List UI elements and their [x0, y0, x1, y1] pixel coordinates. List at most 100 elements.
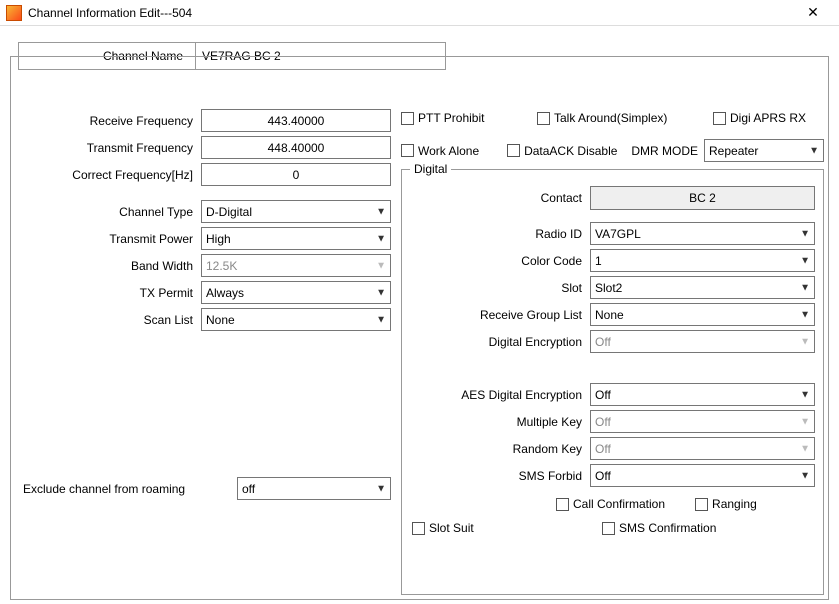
- chevron-down-icon: ▼: [376, 206, 386, 217]
- work-alone-checkbox[interactable]: Work Alone: [401, 144, 501, 158]
- tx-freq-input[interactable]: 448.40000: [201, 136, 391, 159]
- corr-freq-value: 0: [293, 168, 300, 182]
- talk-around-label: Talk Around(Simplex): [554, 111, 667, 125]
- window-title: Channel Information Edit---504: [28, 6, 793, 20]
- ch-type-select[interactable]: D-Digital ▼: [201, 200, 391, 223]
- sms-forbid-select[interactable]: Off ▼: [590, 464, 815, 487]
- slot-select[interactable]: Slot2▼: [590, 276, 815, 299]
- chevron-down-icon: ▼: [800, 309, 810, 320]
- dmr-mode-label: DMR MODE: [631, 144, 698, 158]
- color-code-select[interactable]: 1▼: [590, 249, 815, 272]
- chevron-down-icon: ▼: [376, 314, 386, 325]
- sms-forbid-label: SMS Forbid: [410, 469, 590, 483]
- dataack-disable-checkbox[interactable]: DataACK Disable: [507, 144, 625, 158]
- slot-suit-checkbox[interactable]: Slot Suit: [412, 521, 552, 535]
- aes-enc-select[interactable]: Off ▼: [590, 383, 815, 406]
- checkbox-icon: [412, 522, 425, 535]
- checkbox-icon: [556, 498, 569, 511]
- tx-permit-value: Always: [206, 286, 244, 300]
- contact-value: BC 2: [689, 191, 716, 205]
- sms-confirmation-checkbox[interactable]: SMS Confirmation: [602, 521, 716, 535]
- random-key-value: Off: [595, 442, 611, 456]
- flag-row-1: PTT Prohibit Talk Around(Simplex) Digi A…: [401, 111, 824, 125]
- scan-list-select[interactable]: None ▼: [201, 308, 391, 331]
- color-code-value: 1: [595, 254, 602, 268]
- chevron-down-icon: ▼: [800, 255, 810, 266]
- random-key-label: Random Key: [410, 442, 590, 456]
- tx-power-select[interactable]: High ▼: [201, 227, 391, 250]
- scan-list-value: None: [206, 313, 235, 327]
- aes-enc-value: Off: [595, 388, 611, 402]
- checkbox-icon: [695, 498, 708, 511]
- work-alone-label: Work Alone: [418, 144, 479, 158]
- multi-key-select: Off ▼: [590, 410, 815, 433]
- digital-legend: Digital: [410, 162, 451, 176]
- main-panel: Receive Frequency 443.40000 Transmit Fre…: [10, 56, 829, 600]
- exclude-select[interactable]: off▼: [237, 477, 391, 500]
- tx-permit-label: TX Permit: [11, 286, 201, 300]
- radio-id-select[interactable]: VA7GPL▼: [590, 222, 815, 245]
- aes-enc-label: AES Digital Encryption: [410, 388, 590, 402]
- exclude-row: Exclude channel from roaming off▼: [11, 477, 397, 500]
- chevron-down-icon: ▼: [376, 287, 386, 298]
- tx-freq-value: 448.40000: [268, 141, 325, 155]
- digi-aprs-rx-checkbox[interactable]: Digi APRS RX: [713, 111, 806, 125]
- titlebar: Channel Information Edit---504 ✕: [0, 0, 839, 26]
- slot-label: Slot: [410, 281, 590, 295]
- ch-type-value: D-Digital: [206, 205, 252, 219]
- dig-enc-label: Digital Encryption: [410, 335, 590, 349]
- call-confirmation-label: Call Confirmation: [573, 497, 665, 511]
- bw-select: 12.5K▼: [201, 254, 391, 277]
- digital-flag-row-2: Slot Suit SMS Confirmation: [410, 521, 815, 535]
- corr-freq-label: Correct Frequency[Hz]: [11, 168, 201, 182]
- tx-power-label: Transmit Power: [11, 232, 201, 246]
- close-icon: ✕: [807, 4, 819, 21]
- contact-label: Contact: [410, 191, 590, 205]
- dmr-mode-group: DMR MODE Repeater▼: [631, 139, 824, 162]
- color-code-label: Color Code: [410, 254, 590, 268]
- chevron-down-icon: ▼: [800, 416, 810, 427]
- ptt-prohibit-checkbox[interactable]: PTT Prohibit: [401, 111, 531, 125]
- digital-fieldset: Digital Contact BC 2 Radio ID VA7GPL▼ Co…: [401, 169, 824, 595]
- sms-confirmation-label: SMS Confirmation: [619, 521, 716, 535]
- dig-enc-select: Off ▼: [590, 330, 815, 353]
- dataack-disable-label: DataACK Disable: [524, 144, 617, 158]
- close-button[interactable]: ✕: [793, 1, 833, 25]
- checkbox-icon: [602, 522, 615, 535]
- rx-group-select[interactable]: None ▼: [590, 303, 815, 326]
- rx-freq-label: Receive Frequency: [11, 114, 201, 128]
- chevron-down-icon: ▼: [800, 228, 810, 239]
- exclude-label: Exclude channel from roaming: [11, 482, 237, 496]
- flag-row-2: Work Alone DataACK Disable DMR MODE Repe…: [401, 139, 824, 162]
- chevron-down-icon: ▼: [376, 260, 386, 271]
- chevron-down-icon: ▼: [800, 443, 810, 454]
- radio-id-label: Radio ID: [410, 227, 590, 241]
- slot-suit-label: Slot Suit: [429, 521, 474, 535]
- left-column: Receive Frequency 443.40000 Transmit Fre…: [11, 109, 397, 335]
- talk-around-checkbox[interactable]: Talk Around(Simplex): [537, 111, 707, 125]
- contact-button[interactable]: BC 2: [590, 186, 815, 210]
- checkbox-icon: [507, 144, 520, 157]
- chevron-down-icon: ▼: [800, 336, 810, 347]
- sms-forbid-value: Off: [595, 469, 611, 483]
- multi-key-label: Multiple Key: [410, 415, 590, 429]
- tx-power-value: High: [206, 232, 231, 246]
- checkbox-icon: [537, 112, 550, 125]
- multi-key-value: Off: [595, 415, 611, 429]
- rx-group-value: None: [595, 308, 624, 322]
- dig-enc-value: Off: [595, 335, 611, 349]
- rx-freq-input[interactable]: 443.40000: [201, 109, 391, 132]
- ranging-checkbox[interactable]: Ranging: [695, 497, 757, 511]
- scan-list-label: Scan List: [11, 313, 201, 327]
- call-confirmation-checkbox[interactable]: Call Confirmation: [556, 497, 665, 511]
- chevron-down-icon: ▼: [800, 470, 810, 481]
- ranging-label: Ranging: [712, 497, 757, 511]
- random-key-select: Off ▼: [590, 437, 815, 460]
- chevron-down-icon: ▼: [800, 389, 810, 400]
- chevron-down-icon: ▼: [376, 483, 386, 494]
- chevron-down-icon: ▼: [376, 233, 386, 244]
- tx-permit-select[interactable]: Always ▼: [201, 281, 391, 304]
- dmr-mode-select[interactable]: Repeater▼: [704, 139, 824, 162]
- digital-flag-row-1: Call Confirmation Ranging: [410, 497, 815, 511]
- corr-freq-input[interactable]: 0: [201, 163, 391, 186]
